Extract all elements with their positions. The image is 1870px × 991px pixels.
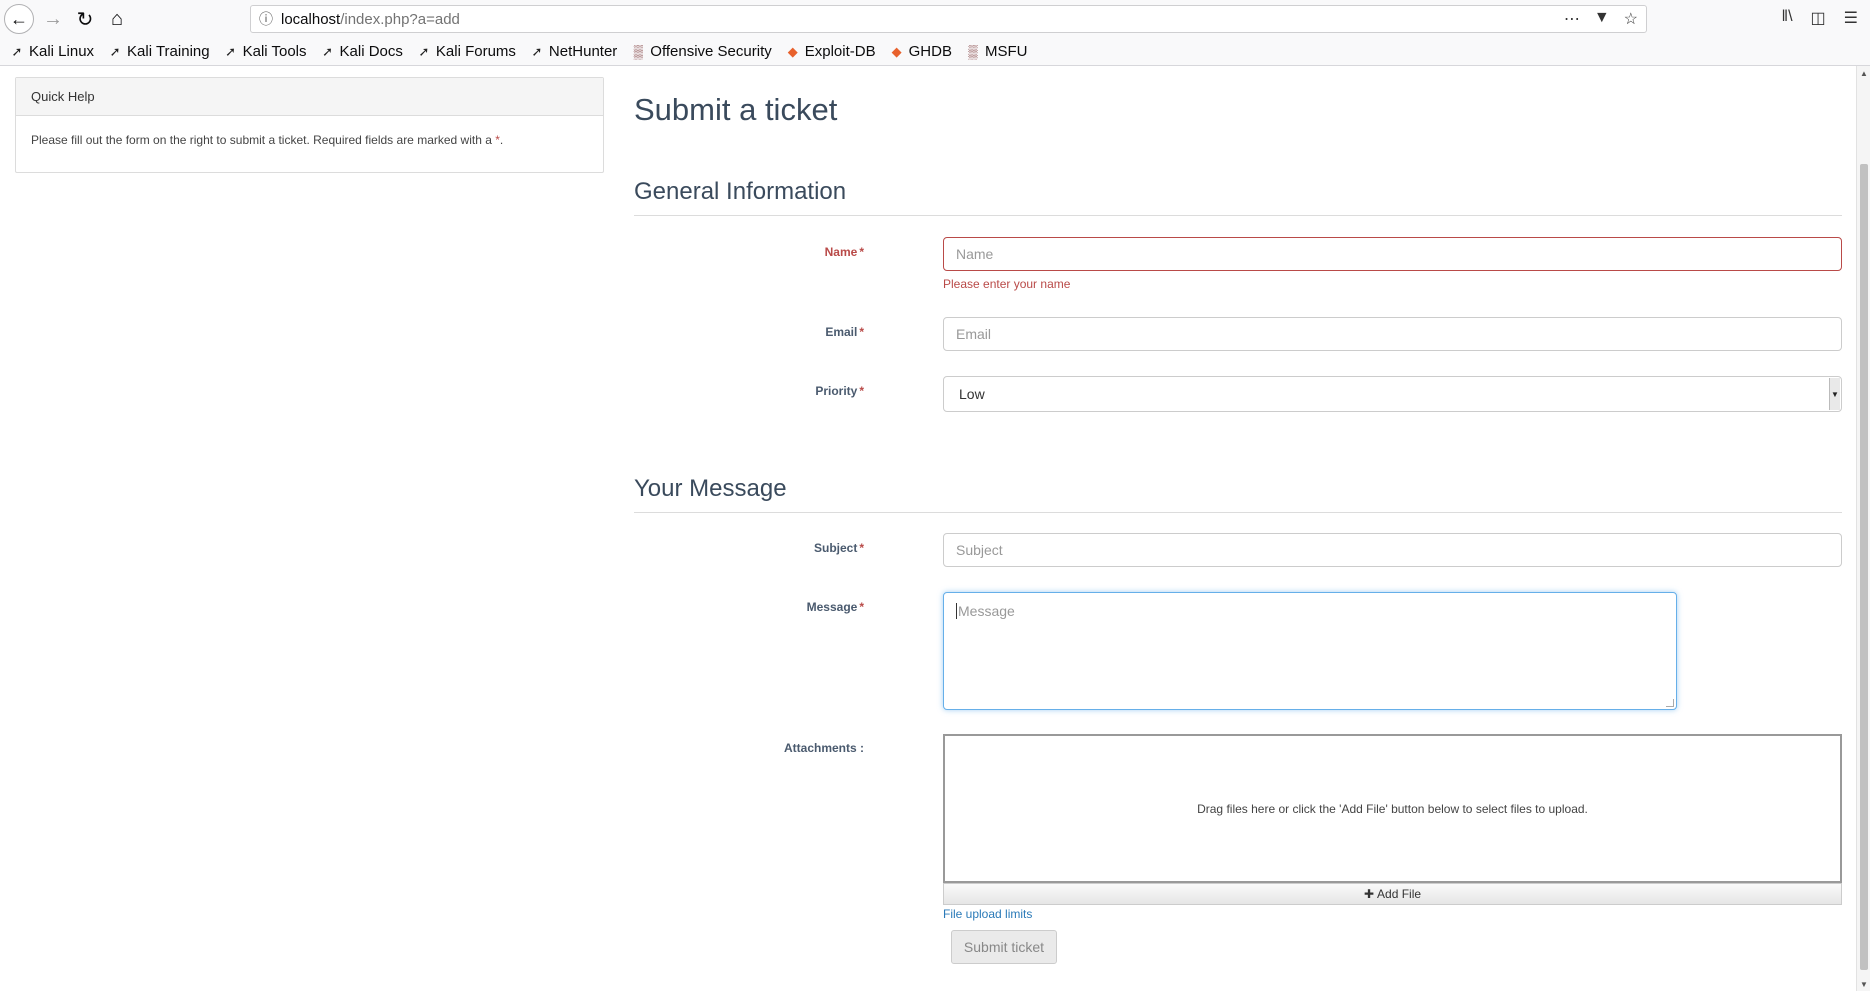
exploitdb-icon: ◆ xyxy=(787,43,798,59)
page-content: Quick Help Please fill out the form on t… xyxy=(0,66,1870,991)
bookmarks-bar: ➚ Kali Linux ➚ Kali Training ➚ Kali Tools ➚… xyxy=(0,38,1870,66)
resize-grip-icon[interactable] xyxy=(1666,699,1674,707)
sidebar-icon[interactable]: ◫ xyxy=(1811,8,1826,28)
add-file-button[interactable]: ✚ Add File xyxy=(943,883,1842,905)
bookmark-kali-docs[interactable]: ➚ Kali Docs xyxy=(321,43,403,60)
quick-help-text: Please fill out the form on the right to… xyxy=(31,133,504,147)
dropzone-text: Drag files here or click the 'Add File' … xyxy=(1197,801,1588,816)
exploitdb-icon: ◆ xyxy=(891,43,902,59)
submit-ticket-button[interactable]: Submit ticket xyxy=(951,930,1057,964)
file-upload-limits-link[interactable]: File upload limits xyxy=(943,907,1032,921)
reload-icon[interactable]: ↻ xyxy=(70,4,100,34)
scroll-up-icon[interactable]: ▲ xyxy=(1857,66,1870,80)
priority-label: Priority * xyxy=(815,384,864,398)
info-icon[interactable]: ⓘ xyxy=(251,9,281,29)
page-scrollbar[interactable]: ▲ ▼ xyxy=(1856,66,1870,991)
attachments-dropzone[interactable]: Drag files here or click the 'Add File' … xyxy=(943,734,1842,883)
kali-dragon-icon: ➚ xyxy=(322,43,333,59)
bookmark-kali-training[interactable]: ➚ Kali Training xyxy=(108,43,210,60)
bookmark-ghdb[interactable]: ◆ GHDB xyxy=(890,43,952,60)
kali-dragon-icon: ➚ xyxy=(225,43,237,59)
name-input[interactable] xyxy=(943,237,1842,271)
kali-dragon-icon: ➚ xyxy=(531,43,543,59)
section-your-message: Your Message xyxy=(634,475,787,502)
bookmark-kali-forums[interactable]: ➚ Kali Forums xyxy=(417,43,515,60)
pocket-icon[interactable]: ▼ xyxy=(1594,9,1610,29)
bookmark-msfu[interactable]: ▒ MSFU xyxy=(966,43,1027,60)
bookmark-star-icon[interactable]: ☆ xyxy=(1624,9,1638,29)
offsec-icon: ▒ xyxy=(968,44,978,59)
url-host: localhost xyxy=(281,10,341,28)
url-bar[interactable]: ⓘ localhost /index.php?a=add ⋯ ▼ ☆ xyxy=(250,5,1647,33)
chevron-down-icon[interactable]: ▼ xyxy=(1829,378,1840,410)
message-label: Message * xyxy=(806,600,864,614)
message-placeholder: Message xyxy=(958,603,1015,619)
email-input[interactable] xyxy=(943,317,1842,351)
text-caret xyxy=(956,603,957,619)
plus-icon: ✚ xyxy=(1363,887,1375,901)
kali-dragon-icon: ➚ xyxy=(418,43,430,59)
section-divider xyxy=(634,215,1842,216)
subject-label: Subject * xyxy=(813,541,864,555)
kali-dragon-icon: ➚ xyxy=(109,43,121,59)
kali-dragon-icon: ➚ xyxy=(11,43,23,59)
library-icon[interactable]: ‖\ xyxy=(1781,8,1792,28)
message-textarea[interactable]: Message xyxy=(943,592,1677,710)
name-label: Name * xyxy=(824,245,864,259)
back-arrow-icon[interactable]: ← xyxy=(4,4,34,34)
quick-help-title: Quick Help xyxy=(16,78,603,116)
url-path: /index.php?a=add xyxy=(340,10,460,28)
attachments-label: Attachments : xyxy=(783,741,864,755)
browser-toolbar: ← → ↻ ⌂ ⓘ localhost /index.php?a=add ⋯ ▼… xyxy=(0,0,1870,38)
section-divider xyxy=(634,512,1842,513)
page-actions-icon[interactable]: ⋯ xyxy=(1564,9,1580,29)
scroll-down-icon[interactable]: ▼ xyxy=(1857,977,1870,991)
page-title: Submit a ticket xyxy=(634,92,838,127)
name-error-message: Please enter your name xyxy=(943,277,1071,291)
bookmark-nethunter[interactable]: ➚ NetHunter xyxy=(530,43,617,60)
section-general-information: General Information xyxy=(634,178,847,205)
quick-help-panel: Quick Help Please fill out the form on t… xyxy=(15,77,604,173)
email-label: Email * xyxy=(825,325,864,339)
scroll-thumb[interactable] xyxy=(1860,164,1868,970)
priority-select[interactable]: Low ▼ xyxy=(943,376,1842,412)
bookmark-kali-linux[interactable]: ➚ Kali Linux xyxy=(10,43,95,60)
menu-icon[interactable]: ☰ xyxy=(1844,8,1858,28)
offsec-icon: ▒ xyxy=(633,44,643,59)
forward-arrow-icon[interactable]: → xyxy=(38,4,68,34)
subject-input[interactable] xyxy=(943,533,1842,567)
bookmark-exploit-db[interactable]: ◆ Exploit-DB xyxy=(786,43,876,60)
priority-value: Low xyxy=(959,386,985,402)
bookmark-offensive-security[interactable]: ▒ Offensive Security xyxy=(631,43,772,60)
bookmark-kali-tools[interactable]: ➚ Kali Tools xyxy=(224,43,306,60)
home-icon[interactable]: ⌂ xyxy=(102,4,132,34)
